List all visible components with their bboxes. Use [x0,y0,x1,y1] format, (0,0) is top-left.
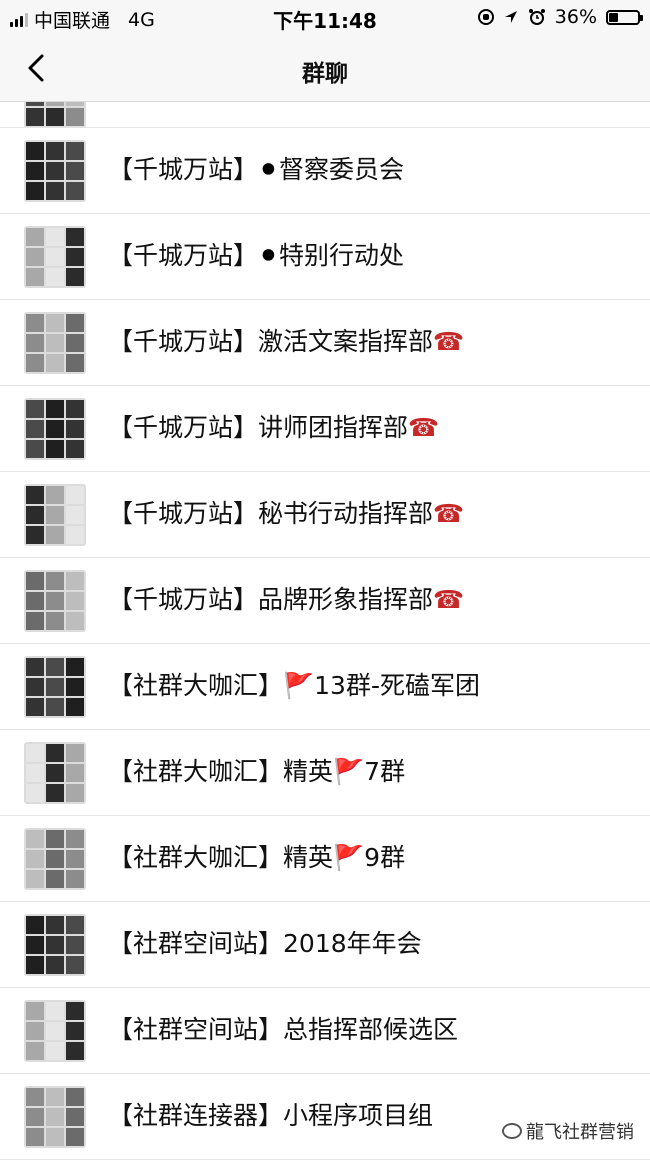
group-prefix: 【社群大咖汇】 [108,671,284,700]
group-row[interactable]: 【千城万站】品牌形象指挥部☎ [0,558,650,644]
group-avatar [24,656,86,718]
group-name: 【社群大咖汇】精英🚩7群 [108,756,405,788]
group-avatar [24,1086,86,1148]
group-name: 【社群大咖汇】🚩13群-死磕军团 [108,670,480,702]
orientation-lock-icon [477,9,494,25]
group-row[interactable]: 【千城万站】⚫督察委员会 [0,128,650,214]
group-title: 激活文案指挥部 [258,327,434,356]
group-title: 精英 [283,843,334,872]
group-name: 【社群连接器】小程序项目组 [108,1100,433,1132]
group-title: 2018年年会 [283,929,422,958]
group-prefix: 【千城万站】 [108,327,259,356]
group-prefix: 【千城万站】 [108,585,259,614]
group-suffix: 9群 [364,843,406,872]
group-name: 【社群空间站】总指挥部候选区 [108,1014,458,1046]
group-title: 精英 [283,757,334,786]
group-avatar [24,1000,86,1062]
group-prefix: 【社群空间站】 [108,1015,284,1044]
nav-bar: 群聊 [0,34,650,102]
location-icon [504,11,517,23]
group-avatar [24,398,86,460]
group-title: 总指挥部候选区 [283,1015,459,1044]
telephone-icon: ☎ [433,499,465,528]
group-row[interactable]: 【千城万站】激活文案指挥部☎ [0,300,650,386]
group-prefix: 【千城万站】 [108,499,259,528]
page-title: 群聊 [302,61,348,87]
group-title: 品牌形象指挥部 [258,585,434,614]
group-row[interactable]: 【社群大咖汇】🚩13群-死磕军团 [0,644,650,730]
group-prefix: 【社群空间站】 [108,929,284,958]
status-left: 中国联通 4G [10,6,155,33]
telephone-icon: ☎ [433,327,465,356]
group-avatar [24,570,86,632]
group-prefix: 【千城万站】 [108,241,259,270]
group-name: 【千城万站】讲师团指挥部☎ [108,412,439,444]
battery-percent: 36% [554,6,597,28]
carrier-label: 中国联通 [34,10,111,32]
group-row[interactable]: 【千城万站】⚫特别行动处 [0,214,650,300]
watermark: 龍飞社群营销 [502,1118,634,1144]
group-title: 督察委员会 [278,155,404,184]
group-name: 【社群大咖汇】精英🚩9群 [108,842,405,874]
group-title: 小程序项目组 [283,1101,434,1130]
group-chat-list: 【千城万站】⚫督察委员会 【千城万站】⚫特别行动处 【千城万站】激活文案指挥部☎ 【千… [0,102,650,1160]
network-label: 4G [128,8,155,31]
group-avatar [24,226,86,288]
group-prefix: 【社群大咖汇】 [108,843,284,872]
group-row[interactable]: 【社群空间站】2018年年会 [0,902,650,988]
red-flag-icon: 🚩 [333,843,365,872]
group-row-partial[interactable] [0,102,650,128]
group-suffix: 7群 [364,757,406,786]
wechat-icon [502,1123,522,1139]
battery-icon [606,9,643,25]
group-avatar [24,828,86,890]
group-prefix: 【社群连接器】 [108,1101,284,1130]
group-avatar [24,742,86,804]
group-row[interactable]: 【社群大咖汇】精英🚩7群 [0,730,650,816]
group-avatar [24,312,86,374]
group-avatar [24,914,86,976]
group-row[interactable]: 【千城万站】讲师团指挥部☎ [0,386,650,472]
group-name: 【千城万站】⚫特别行动处 [108,240,404,272]
group-row[interactable]: 【千城万站】秘书行动指挥部☎ [0,472,650,558]
group-title: 13群-死磕军团 [314,671,480,700]
group-title: 特别行动处 [278,241,404,270]
red-flag-icon: 🚩 [283,671,315,700]
status-right: 36% [477,6,643,28]
red-flag-icon: 🚩 [333,757,365,786]
black-circle-icon: ⚫ [258,155,279,184]
group-prefix: 【千城万站】 [108,413,259,442]
group-row[interactable]: 【社群空间站】总指挥部候选区 [0,988,650,1074]
group-name: 【千城万站】秘书行动指挥部☎ [108,498,464,530]
alarm-icon [528,9,545,25]
group-title: 秘书行动指挥部 [258,499,434,528]
battery-fill [609,12,618,22]
group-prefix: 【社群大咖汇】 [108,757,284,786]
group-avatar [24,140,86,202]
black-circle-icon: ⚫ [258,241,279,270]
group-row[interactable]: 【社群大咖汇】精英🚩9群 [0,816,650,902]
group-name: 【千城万站】⚫督察委员会 [108,154,404,186]
group-avatar [24,484,86,546]
telephone-icon: ☎ [433,585,465,614]
group-title: 讲师团指挥部 [258,413,409,442]
group-name: 【社群空间站】2018年年会 [108,928,422,960]
group-prefix: 【千城万站】 [108,155,259,184]
signal-icon [10,12,28,27]
group-name: 【千城万站】品牌形象指挥部☎ [108,584,464,616]
telephone-icon: ☎ [408,413,440,442]
group-name: 【千城万站】激活文案指挥部☎ [108,326,464,358]
group-avatar [24,102,86,127]
watermark-text: 龍飞社群营销 [526,1122,634,1143]
group-row[interactable]: 【社群连接器】小程序项目组 [0,1074,650,1160]
status-bar: 中国联通 4G 下午11:48 36% [0,0,650,34]
